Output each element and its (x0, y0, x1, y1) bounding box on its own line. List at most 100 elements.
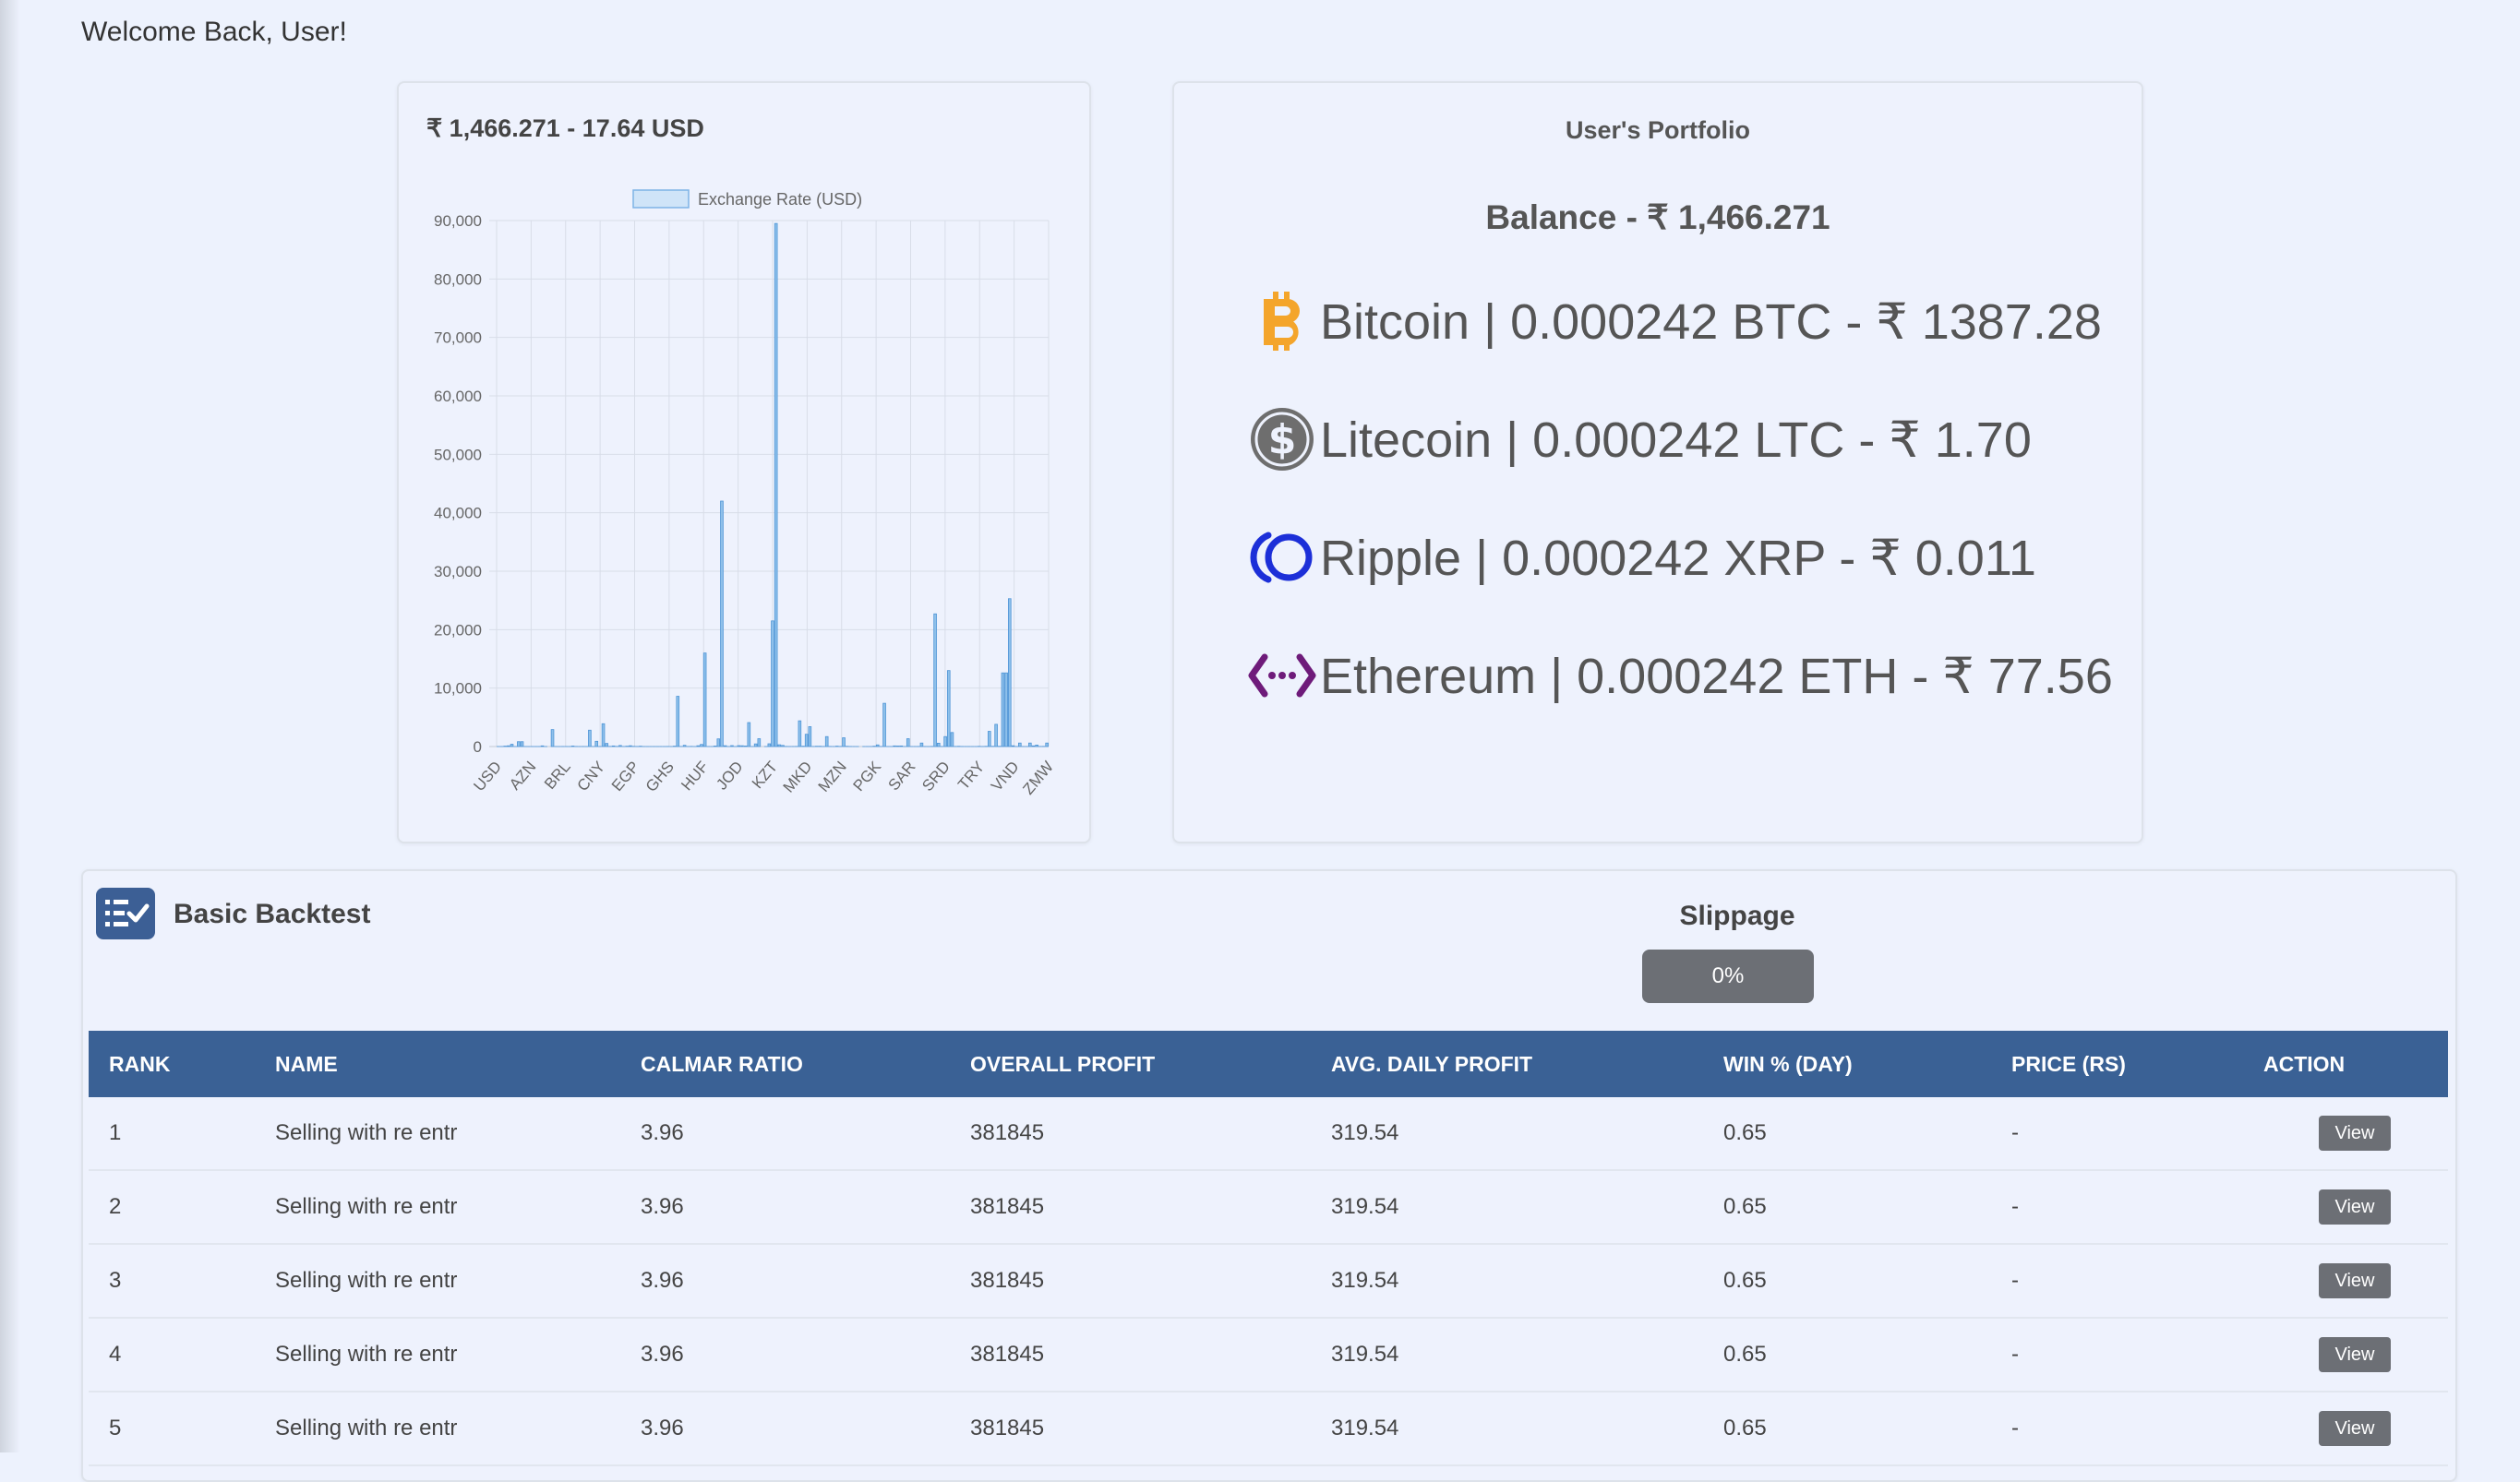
coin-label: Bitcoin | 0.000242 BTC - ₹ 1387.28 (1320, 293, 2102, 351)
cell-overall-profit: 381845 (970, 1245, 1044, 1317)
bar (1008, 599, 1011, 747)
cell-calmar-ratio: 3.96 (641, 1171, 684, 1243)
bar (517, 742, 520, 747)
legend-swatch (633, 190, 689, 208)
bar (717, 739, 720, 747)
cell-calmar-ratio: 3.96 (641, 1245, 684, 1317)
cell-calmar-ratio: 3.96 (641, 1319, 684, 1391)
bar (630, 746, 632, 747)
portfolio-balance: Balance - ₹ 1,466.271 (1174, 197, 2142, 237)
x-tick-label: SAR (885, 758, 919, 794)
bar (612, 746, 615, 747)
column-header-overall-profit[interactable]: OVERALL PROFIT (970, 1031, 1155, 1097)
view-button[interactable]: View (2319, 1189, 2391, 1225)
bar (995, 724, 998, 747)
coin-row-bitcoin: Bitcoin | 0.000242 BTC - ₹ 1387.28 (1248, 284, 2102, 358)
cell-avg-daily-profit: 319.54 (1331, 1319, 1398, 1391)
x-tick-label: USD (470, 758, 505, 795)
y-tick-label: 30,000 (434, 563, 482, 580)
cell-calmar-ratio: 3.96 (641, 1097, 684, 1169)
cell-name: Selling with re entr (275, 1171, 457, 1243)
bar (1018, 743, 1021, 747)
window-edge (0, 0, 20, 1452)
bar (714, 746, 716, 747)
bar (731, 746, 734, 747)
legend-label: Exchange Rate (USD) (698, 190, 862, 209)
column-header-win-pct[interactable]: WIN % (DAY) (1723, 1031, 1853, 1097)
coin-label: Litecoin | 0.000242 LTC - ₹ 1.70 (1320, 411, 2032, 469)
column-header-avg-daily-profit[interactable]: AVG. DAILY PROFIT (1331, 1031, 1532, 1097)
y-tick-label: 10,000 (434, 680, 482, 698)
bar (619, 746, 622, 747)
bar (809, 726, 811, 747)
cell-avg-daily-profit: 319.54 (1331, 1171, 1398, 1243)
table-row: 3Selling with re entr3.96381845319.540.6… (89, 1245, 2448, 1319)
column-header-calmar-ratio[interactable]: CALMAR RATIO (641, 1031, 803, 1097)
bar (1046, 743, 1049, 747)
bar (900, 746, 903, 747)
table-header: RANK NAME CALMAR RATIO OVERALL PROFIT AV… (89, 1031, 2448, 1097)
view-button[interactable]: View (2319, 1411, 2391, 1446)
portfolio-card: User's Portfolio Balance - ₹ 1,466.271 B… (1172, 81, 2143, 843)
bar (677, 697, 679, 747)
cell-price: - (2011, 1097, 2019, 1169)
bar (876, 745, 879, 747)
x-tick-label: AZN (506, 758, 539, 793)
checklist-icon (96, 888, 155, 939)
bar (1036, 745, 1038, 747)
exchange-card-title: ₹ 1,466.271 - 17.64 USD (426, 114, 704, 143)
cell-name: Selling with re entr (275, 1319, 457, 1391)
bar (703, 653, 706, 747)
bar (724, 746, 726, 747)
view-button[interactable]: View (2319, 1116, 2391, 1151)
column-header-action[interactable]: ACTION (2263, 1031, 2345, 1097)
coin-row-litecoin: $ Litecoin | 0.000242 LTC - ₹ 1.70 (1248, 402, 2032, 476)
x-tick-label: BRL (541, 758, 574, 793)
bar (782, 746, 785, 747)
x-tick-label: PGK (850, 758, 885, 795)
bar (937, 743, 940, 747)
bar (744, 746, 747, 747)
y-tick-label: 20,000 (434, 621, 482, 639)
bar (920, 743, 923, 747)
cell-name: Selling with re entr (275, 1097, 457, 1169)
cell-win-pct: 0.65 (1723, 1319, 1767, 1391)
bar (1028, 743, 1031, 747)
bar (721, 501, 724, 747)
bar (1005, 673, 1008, 747)
dollar-coin-icon: $ (1248, 405, 1316, 473)
welcome-message: Welcome Back, User! (81, 17, 347, 48)
bar (883, 703, 886, 747)
table-row: 2Selling with re entr3.96381845319.540.6… (89, 1171, 2448, 1245)
x-tick-label: GHS (642, 758, 678, 795)
bar (951, 733, 954, 747)
y-tick-label: 50,000 (434, 446, 482, 463)
portfolio-title: User's Portfolio (1174, 116, 2142, 145)
cell-rank: 5 (109, 1392, 121, 1464)
x-tick-label: MZN (815, 758, 850, 795)
svg-text:$: $ (1268, 416, 1297, 463)
table-row: 4Selling with re entr3.96381845319.540.6… (89, 1319, 2448, 1392)
cell-overall-profit: 381845 (970, 1171, 1044, 1243)
y-tick-label: 70,000 (434, 329, 482, 347)
bar (602, 723, 605, 747)
column-header-rank[interactable]: RANK (109, 1031, 170, 1097)
bar (1032, 746, 1035, 747)
x-tick-label: MKD (780, 758, 816, 795)
bar (1002, 673, 1004, 747)
view-button[interactable]: View (2319, 1263, 2391, 1298)
cell-calmar-ratio: 3.96 (641, 1392, 684, 1464)
bar (805, 735, 808, 747)
cell-rank: 4 (109, 1319, 121, 1391)
exchange-rate-chart: 010,00020,00030,00040,00050,00060,00070,… (399, 83, 1089, 842)
coin-label: Ripple | 0.000242 XRP - ₹ 0.011 (1320, 529, 2036, 587)
cell-win-pct: 0.65 (1723, 1171, 1767, 1243)
backtest-card: Basic Backtest Slippage 0% RANK NAME CAL… (81, 869, 2457, 1482)
bar (934, 614, 937, 747)
view-button[interactable]: View (2319, 1337, 2391, 1372)
column-header-price[interactable]: PRICE (RS) (2011, 1031, 2126, 1097)
y-tick-label: 90,000 (434, 212, 482, 230)
column-header-name[interactable]: NAME (275, 1031, 338, 1097)
slippage-button[interactable]: 0% (1642, 950, 1814, 1003)
bar (896, 746, 899, 747)
